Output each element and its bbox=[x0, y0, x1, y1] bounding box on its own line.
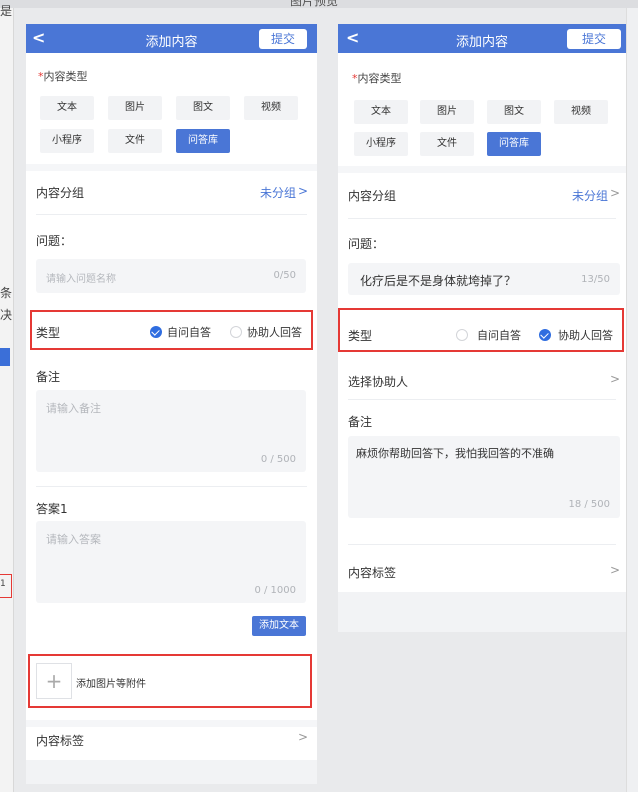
radio-self-label: 自问自答 bbox=[167, 326, 211, 339]
content-type-text: 内容类型 bbox=[357, 72, 402, 85]
section-divider bbox=[338, 166, 626, 173]
radio-self-answer[interactable]: 自问自答 bbox=[150, 324, 211, 340]
content-type-text: 内容类型 bbox=[43, 70, 88, 83]
row-divider bbox=[36, 486, 307, 487]
radio-unchecked-icon bbox=[456, 329, 468, 341]
add-attachment-label[interactable]: 添加图片等附件 bbox=[76, 675, 146, 690]
phone-screen-left: < 添加内容 提交 *内容类型 文本 图片 图文 视频 小程序 文件 问答库 内… bbox=[26, 24, 317, 784]
remark-textarea[interactable]: 麻烦你帮助回答下，我怕我回答的不准确 18 / 500 bbox=[348, 436, 620, 518]
answer-textarea[interactable]: 请输入答案 0 / 1000 bbox=[36, 521, 306, 603]
question-counter: 13/50 bbox=[581, 274, 610, 285]
radio-assist-answer[interactable]: 协助人回答 bbox=[230, 324, 302, 340]
radio-assist-answer[interactable]: 协助人回答 bbox=[539, 327, 613, 343]
remark-counter: 0 / 500 bbox=[260, 454, 296, 465]
type-file-button[interactable]: 文件 bbox=[420, 132, 474, 156]
submit-button[interactable]: 提交 bbox=[259, 29, 307, 49]
radio-checked-icon bbox=[539, 329, 551, 341]
content-group-label: 内容分组 bbox=[348, 189, 397, 203]
type-imagetext-button[interactable]: 图文 bbox=[487, 100, 541, 124]
remark-label: 备注 bbox=[36, 370, 61, 384]
remark-placeholder: 请输入备注 bbox=[46, 402, 101, 415]
gutter-highlight: 1 bbox=[0, 574, 12, 598]
chevron-right-icon: > bbox=[298, 730, 309, 744]
gutter-accent bbox=[0, 348, 10, 366]
type-video-button[interactable]: 视频 bbox=[554, 100, 608, 124]
radio-self-label: 自问自答 bbox=[477, 329, 521, 342]
remark-label: 备注 bbox=[348, 415, 373, 429]
type-miniprogram-button[interactable]: 小程序 bbox=[40, 129, 94, 153]
remark-value: 麻烦你帮助回答下，我怕我回答的不准确 bbox=[356, 447, 554, 460]
question-input[interactable]: 请输入问题名称 0/50 bbox=[36, 259, 306, 293]
content-type-label: *内容类型 bbox=[352, 70, 402, 86]
nav-bar: < 添加内容 提交 bbox=[338, 24, 626, 53]
row-divider bbox=[348, 544, 616, 545]
add-text-button[interactable]: 添加文本 bbox=[252, 616, 306, 636]
gutter-text: 决 bbox=[0, 308, 13, 322]
radio-assist-label: 协助人回答 bbox=[558, 329, 613, 342]
submit-button[interactable]: 提交 bbox=[567, 29, 621, 49]
background-gutter: 是 条 决 1 bbox=[0, 4, 14, 792]
content-group-value: 未分组 bbox=[260, 186, 297, 200]
answer-label: 答案1 bbox=[36, 502, 68, 516]
chevron-right-icon: > bbox=[298, 184, 309, 198]
content-tags-label: 内容标签 bbox=[36, 734, 85, 748]
select-helper-label: 选择协助人 bbox=[348, 375, 409, 389]
content-type-label: *内容类型 bbox=[38, 68, 88, 84]
type-imagetext-button[interactable]: 图文 bbox=[176, 96, 230, 120]
section-divider bbox=[26, 164, 317, 171]
answer-counter: 0 / 1000 bbox=[254, 585, 296, 596]
radio-checked-icon bbox=[150, 326, 162, 338]
content-tags-label: 内容标签 bbox=[348, 566, 397, 580]
radio-unchecked-icon bbox=[230, 326, 242, 338]
remark-textarea[interactable]: 请输入备注 0 / 500 bbox=[36, 390, 306, 472]
type-miniprogram-button[interactable]: 小程序 bbox=[354, 132, 408, 156]
row-divider bbox=[348, 399, 616, 400]
gutter-text: 是 bbox=[0, 4, 13, 18]
question-label: 问题： bbox=[36, 234, 73, 248]
type-video-button[interactable]: 视频 bbox=[244, 96, 298, 120]
answer-type-label: 类型 bbox=[36, 326, 61, 340]
content-group-label: 内容分组 bbox=[36, 186, 85, 200]
question-placeholder: 请输入问题名称 bbox=[46, 274, 116, 285]
question-input[interactable]: 化疗后是不是身体就垮掉了？ 13/50 bbox=[348, 263, 620, 295]
type-qa-library-button[interactable]: 问答库 bbox=[487, 132, 541, 156]
remark-counter: 18 / 500 bbox=[568, 499, 610, 510]
type-text-button[interactable]: 文本 bbox=[40, 96, 94, 120]
type-image-button[interactable]: 图片 bbox=[420, 100, 474, 124]
window-right-edge bbox=[626, 8, 638, 792]
type-qa-library-button[interactable]: 问答库 bbox=[176, 129, 230, 153]
question-label: 问题： bbox=[348, 237, 385, 251]
window-titlebar: 图片预览 bbox=[0, 0, 638, 8]
bottom-spacer bbox=[26, 760, 317, 784]
section-divider bbox=[26, 720, 317, 727]
answer-placeholder: 请输入答案 bbox=[46, 533, 101, 546]
nav-bar: < 添加内容 提交 bbox=[26, 24, 317, 53]
bottom-spacer bbox=[338, 592, 626, 632]
type-image-button[interactable]: 图片 bbox=[108, 96, 162, 120]
type-file-button[interactable]: 文件 bbox=[108, 129, 162, 153]
content-group-value: 未分组 bbox=[572, 189, 609, 203]
gutter-text: 1 bbox=[0, 579, 6, 589]
chevron-right-icon: > bbox=[610, 186, 621, 200]
chevron-right-icon: > bbox=[610, 372, 621, 386]
gutter-text: 条 bbox=[0, 286, 13, 300]
add-attachment-plus-icon[interactable]: + bbox=[36, 663, 72, 699]
row-divider bbox=[36, 214, 307, 215]
phone-screen-right: < 添加内容 提交 *内容类型 文本 图片 图文 视频 小程序 文件 问答库 内… bbox=[338, 24, 626, 632]
chevron-right-icon: > bbox=[610, 563, 621, 577]
window-title: 图片预览 bbox=[290, 0, 339, 8]
radio-assist-label: 协助人回答 bbox=[247, 326, 302, 339]
row-divider bbox=[348, 218, 616, 219]
question-counter: 0/50 bbox=[273, 270, 296, 281]
radio-self-answer[interactable]: 自问自答 bbox=[456, 327, 521, 343]
question-value: 化疗后是不是身体就垮掉了？ bbox=[360, 274, 517, 288]
type-text-button[interactable]: 文本 bbox=[354, 100, 408, 124]
answer-type-label: 类型 bbox=[348, 329, 373, 343]
